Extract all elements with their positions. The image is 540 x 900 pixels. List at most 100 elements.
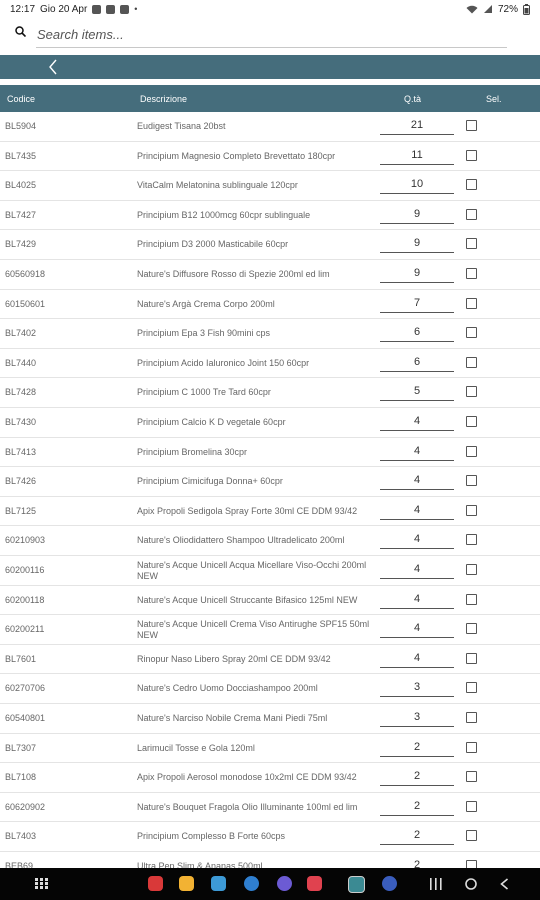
table-row[interactable]: 60200118 Nature's Acque Unicell Struccant…: [0, 586, 540, 616]
table-row[interactable]: BL7435 Principium Magnesio Completo Breve…: [0, 142, 540, 172]
quantity-field[interactable]: 21: [380, 116, 454, 135]
column-header-select[interactable]: Sel.: [486, 94, 502, 104]
quantity-field[interactable]: 2: [380, 797, 454, 816]
search-icon[interactable]: [15, 26, 26, 37]
select-checkbox[interactable]: [466, 149, 477, 161]
quantity-field[interactable]: 4: [380, 530, 454, 550]
table-row[interactable]: 60620902 Nature's Bouquet Fragola Olio Il…: [0, 793, 540, 823]
item-description: Principium Magnesio Completo Brevettato …: [137, 150, 336, 161]
select-checkbox[interactable]: [466, 356, 477, 368]
quantity-field[interactable]: 2: [380, 826, 454, 846]
select-checkbox[interactable]: [466, 771, 477, 783]
quantity-field[interactable]: 7: [380, 294, 454, 313]
quantity-field[interactable]: 2: [380, 767, 454, 787]
select-checkbox[interactable]: [466, 386, 477, 398]
table-row[interactable]: 60210903 Nature's Oliodidattero Shampoo U…: [0, 526, 540, 556]
table-row[interactable]: BL7413 Principium Bromelina 30cpr 4: [0, 438, 540, 468]
table-row[interactable]: BL7307 Larimucil Tosse e Gola 120ml 2: [0, 734, 540, 764]
quantity-field[interactable]: 4: [380, 471, 454, 491]
search-input[interactable]: [37, 22, 507, 46]
column-header-description[interactable]: Descrizione: [140, 94, 187, 104]
quantity-field[interactable]: 10: [380, 175, 454, 195]
table-row[interactable]: BL7125 Apix Propoli Sedigola Spray Forte …: [0, 497, 540, 527]
quantity-field[interactable]: 3: [380, 678, 454, 698]
select-checkbox[interactable]: [466, 593, 477, 605]
home-icon[interactable]: [465, 878, 477, 890]
select-checkbox[interactable]: [466, 682, 477, 694]
select-checkbox[interactable]: [466, 268, 477, 279]
select-checkbox[interactable]: [466, 652, 477, 664]
app-shortcut-icon[interactable]: [244, 876, 259, 891]
table-row[interactable]: BL5904 Eudigest Tisana 20bst 21: [0, 112, 540, 142]
table-row[interactable]: BL4025 VitaCalm Melatonina sublinguale 12…: [0, 171, 540, 201]
app-shortcut-icon[interactable]: [277, 876, 292, 891]
quantity-field[interactable]: 4: [380, 649, 454, 668]
table-row[interactable]: 60200116 Nature's Acque Unicell Acqua Mic…: [0, 556, 540, 586]
select-checkbox[interactable]: [466, 623, 477, 635]
select-checkbox[interactable]: [466, 208, 477, 220]
table-row[interactable]: BEB69 Ultra Pep Slim & Ananas 500ml 2: [0, 852, 540, 868]
select-checkbox[interactable]: [466, 860, 477, 868]
select-checkbox[interactable]: [466, 416, 477, 427]
select-checkbox[interactable]: [466, 564, 477, 575]
quantity-field[interactable]: 9: [380, 205, 454, 224]
back-nav-icon[interactable]: [500, 878, 509, 890]
app-shortcut-icon[interactable]: [307, 876, 322, 891]
quantity-field[interactable]: 4: [380, 619, 454, 639]
back-button[interactable]: [40, 55, 66, 79]
quantity-field[interactable]: 4: [380, 590, 454, 609]
app-shortcut-icon[interactable]: [348, 876, 365, 893]
table-row[interactable]: BL7402 Principium Epa 3 Fish 90mini cps 6: [0, 319, 540, 349]
table-row[interactable]: 60540801 Nature's Narciso Nobile Crema Ma…: [0, 704, 540, 734]
quantity-field[interactable]: 9: [380, 264, 454, 283]
column-header-quantity[interactable]: Q.tà: [404, 94, 421, 104]
table-row[interactable]: 60200211 Nature's Acque Unicell Crema Vis…: [0, 615, 540, 645]
select-checkbox[interactable]: [466, 238, 477, 250]
quantity-field[interactable]: 6: [380, 353, 454, 372]
select-checkbox[interactable]: [466, 475, 477, 487]
table-row[interactable]: BL7426 Principium Cimicifuga Donna+ 60cpr…: [0, 467, 540, 497]
quantity-field[interactable]: 2: [380, 738, 454, 757]
app-shortcut-icon[interactable]: [211, 876, 226, 891]
table-row[interactable]: 60150601 Nature's Argà Crema Corpo 200ml 7: [0, 290, 540, 320]
select-checkbox[interactable]: [466, 741, 477, 753]
quantity-field[interactable]: 4: [380, 501, 454, 520]
table-row[interactable]: BL7108 Apix Propoli Aerosol monodose 10x2…: [0, 763, 540, 793]
quantity-field[interactable]: 4: [380, 412, 454, 431]
select-checkbox[interactable]: [466, 712, 477, 723]
select-checkbox[interactable]: [466, 179, 477, 191]
table-row[interactable]: BL7429 Principium D3 2000 Masticabile 60c…: [0, 230, 540, 260]
table-row[interactable]: 60270706 Nature's Cedro Uomo Docciashampo…: [0, 674, 540, 704]
table-row[interactable]: BL7601 Rinopur Naso Libero Spray 20ml CE …: [0, 645, 540, 675]
table-row[interactable]: 60560918 Nature's Diffusore Rosso di Spez…: [0, 260, 540, 290]
select-checkbox[interactable]: [466, 297, 477, 309]
select-checkbox[interactable]: [466, 445, 477, 457]
item-description: Ultra Pep Slim & Ananas 500ml: [137, 861, 263, 868]
select-checkbox[interactable]: [466, 800, 477, 812]
signal-icon: [483, 5, 492, 13]
quantity-field[interactable]: 4: [380, 442, 454, 461]
table-row[interactable]: BL7427 Principium B12 1000mcg 60cpr subli…: [0, 201, 540, 231]
column-header-code[interactable]: Codice: [7, 94, 35, 104]
quantity-field[interactable]: 5: [380, 382, 454, 402]
app-drawer-icon[interactable]: [35, 878, 48, 889]
select-checkbox[interactable]: [466, 120, 477, 131]
app-shortcut-icon[interactable]: [148, 876, 163, 891]
quantity-field[interactable]: 11: [380, 146, 454, 165]
app-shortcut-icon[interactable]: [382, 876, 397, 891]
table-row[interactable]: BL7428 Principium C 1000 Tre Tard 60cpr 5: [0, 378, 540, 408]
table-row[interactable]: BL7440 Principium Acido Ialuronico Joint …: [0, 349, 540, 379]
select-checkbox[interactable]: [466, 534, 477, 546]
select-checkbox[interactable]: [466, 327, 477, 339]
app-shortcut-icon[interactable]: [179, 876, 194, 891]
recent-apps-icon[interactable]: [430, 878, 442, 890]
select-checkbox[interactable]: [466, 830, 477, 842]
table-row[interactable]: BL7430 Principium Calcio K D vegetale 60c…: [0, 408, 540, 438]
quantity-field[interactable]: 3: [380, 708, 454, 727]
quantity-field[interactable]: 6: [380, 323, 454, 343]
quantity-field[interactable]: 2: [380, 856, 454, 868]
quantity-field[interactable]: 4: [380, 560, 454, 579]
quantity-field[interactable]: 9: [380, 234, 454, 254]
select-checkbox[interactable]: [466, 504, 477, 516]
table-row[interactable]: BL7403 Principium Complesso B Forte 60cps…: [0, 822, 540, 852]
